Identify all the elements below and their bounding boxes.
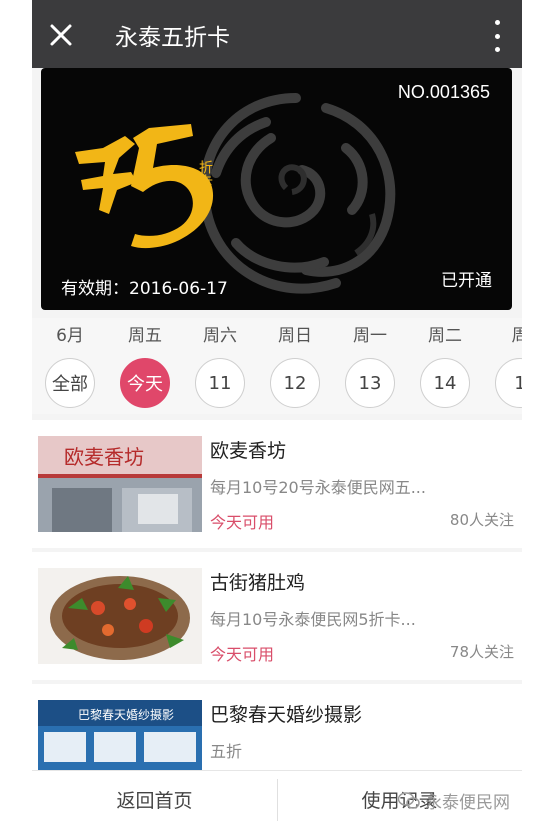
shop-sign-text: 欧麦香坊 (64, 445, 144, 469)
close-icon[interactable] (46, 20, 76, 50)
merchant-name: 欧麦香坊 (210, 440, 287, 462)
watermark: 永泰便民网 (398, 788, 510, 813)
day-button[interactable]: 12 (270, 358, 320, 408)
merchant-name: 巴黎春天婚纱摄影 (210, 704, 363, 726)
availability-label: 今天可用 (210, 645, 275, 664)
more-options-icon[interactable] (492, 20, 502, 52)
day-label: 6月 (56, 326, 84, 346)
day-item[interactable]: 周一 13 (340, 318, 400, 408)
day-label: 周 (511, 326, 523, 346)
availability-label: 今天可用 (210, 513, 275, 532)
merchant-name: 古街猪肚鸡 (210, 572, 306, 594)
date-selector: 6月 全部 周五 今天 周六 11 周日 12 周一 13 周二 14 周 1 (32, 318, 522, 414)
shop-sign-text: 巴黎春天婚纱摄影 (78, 707, 174, 722)
day-label: 周五 (128, 326, 162, 346)
back-home-button[interactable]: 返回首页 (32, 771, 277, 826)
day-item[interactable]: 周二 14 (415, 318, 475, 408)
wechat-icon (398, 791, 420, 809)
card-status: 已开通 (441, 271, 492, 291)
five-logo-icon (75, 124, 214, 249)
merchant-photo: 欧麦香坊 (38, 436, 202, 532)
follow-count: 80人关注 (449, 511, 514, 529)
day-button[interactable]: 11 (195, 358, 245, 408)
day-item-all[interactable]: 6月 全部 (40, 318, 100, 408)
title-bar: 永泰五折卡 (32, 0, 522, 68)
day-item[interactable]: 周 1 (490, 318, 522, 408)
day-button[interactable]: 14 (420, 358, 470, 408)
day-button-active[interactable]: 今天 (120, 358, 170, 408)
card-logo-text: 折卡 (197, 160, 213, 188)
left-margin (0, 0, 32, 826)
discount-card: 折卡 NO.001365 有效期：2016-06-17 已开通 (41, 68, 512, 310)
app-frame: 永泰五折卡 折卡 NO.001365 有效期：2016-06-17 已开通 6月… (32, 0, 522, 826)
follow-count: 78人关注 (449, 643, 514, 661)
day-label: 周一 (353, 326, 387, 346)
list-item[interactable]: 古街猪肚鸡 每月10号永泰便民网5折卡... 今天可用 78人关注 (32, 552, 522, 680)
day-button[interactable]: 13 (345, 358, 395, 408)
merchant-desc: 每月10号20号永泰便民网五... (210, 478, 426, 497)
day-label: 周日 (278, 326, 312, 346)
day-button[interactable]: 全部 (45, 358, 95, 408)
list-item[interactable]: 欧麦香坊 欧麦香坊 每月10号20号永泰便民网五... 今天可用 80人关注 (32, 420, 522, 548)
merchant-photo (38, 568, 202, 664)
day-button[interactable]: 1 (495, 358, 522, 408)
card-valid-date: 有效期：2016-06-17 (61, 279, 228, 299)
merchant-desc: 每月10号永泰便民网5折卡... (210, 610, 416, 629)
day-item[interactable]: 周日 12 (265, 318, 325, 408)
day-item-today[interactable]: 周五 今天 (115, 318, 175, 408)
merchant-desc: 五折 (210, 742, 243, 761)
watermark-text: 永泰便民网 (425, 793, 510, 813)
day-item[interactable]: 周六 11 (190, 318, 250, 408)
day-label: 周二 (428, 326, 462, 346)
right-margin (522, 0, 544, 826)
page-title: 永泰五折卡 (115, 25, 230, 51)
card-number: NO.001365 (397, 82, 490, 102)
day-label: 周六 (203, 326, 237, 346)
